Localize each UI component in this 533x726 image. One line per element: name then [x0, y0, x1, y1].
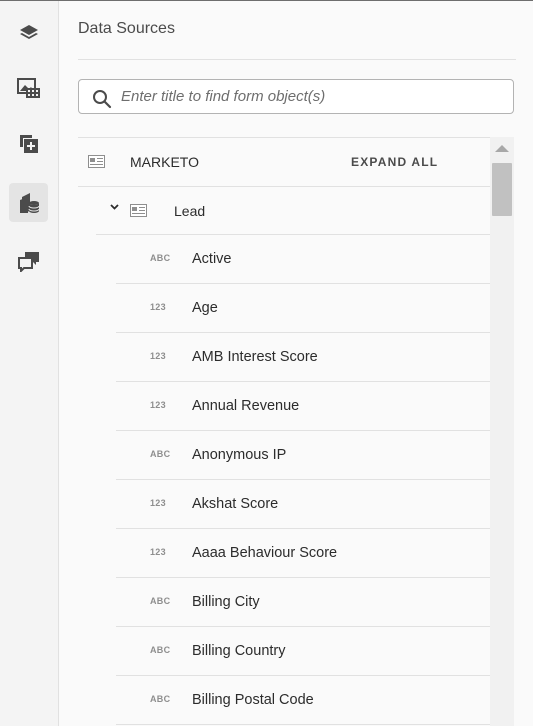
form-object-icon: [88, 155, 105, 168]
field-row[interactable]: ABC Billing Postal Code: [116, 676, 491, 725]
field-label: Billing Postal Code: [192, 692, 314, 708]
form-object-icon: [130, 204, 147, 217]
search-box: [78, 79, 514, 114]
field-type-badge: ABC: [150, 645, 171, 655]
data-sources-icon: [19, 192, 39, 213]
field-row[interactable]: ABC Anonymous IP: [116, 431, 491, 480]
field-row[interactable]: 123 Aaaa Behaviour Score: [116, 529, 491, 578]
tree-scrollbar[interactable]: [490, 137, 514, 726]
data-source-tree: MARKETO EXPAND ALL Lead ABC Active 123 A…: [78, 137, 491, 726]
panel-title: Data Sources: [78, 20, 175, 37]
field-type-badge: 123: [150, 351, 166, 361]
rail-layers-button[interactable]: [9, 13, 48, 52]
field-label: AMB Interest Score: [192, 349, 318, 365]
rail-add-fragment-button[interactable]: [9, 124, 48, 163]
image-media-icon: [16, 77, 40, 98]
field-row[interactable]: ABC Billing Country: [116, 627, 491, 676]
field-label: Anonymous IP: [192, 447, 287, 463]
field-row[interactable]: 123 Age: [116, 284, 491, 333]
scrollbar-thumb[interactable]: [492, 163, 512, 216]
field-label: Annual Revenue: [192, 398, 300, 414]
tree-root-row[interactable]: MARKETO EXPAND ALL: [78, 137, 491, 187]
expand-all-button[interactable]: EXPAND ALL: [351, 155, 438, 169]
tree-lead-label: Lead: [174, 203, 206, 219]
field-label: Billing Country: [192, 643, 286, 659]
search-icon: [93, 90, 112, 109]
chevron-down-icon[interactable]: [110, 204, 119, 210]
left-rail: [0, 1, 59, 726]
search-input[interactable]: [121, 80, 501, 113]
field-type-badge: ABC: [150, 596, 171, 606]
field-row[interactable]: ABC Active: [116, 235, 491, 284]
rail-comments-button[interactable]: [9, 241, 48, 280]
tree-root-label: MARKETO: [130, 154, 199, 170]
comments-icon: [17, 251, 39, 272]
scroll-up-arrow-icon[interactable]: [495, 145, 509, 152]
field-row[interactable]: ABC Billing City: [116, 578, 491, 627]
field-row[interactable]: 123 AMB Interest Score: [116, 333, 491, 382]
field-type-badge: 123: [150, 498, 166, 508]
add-fragment-icon: [19, 134, 38, 153]
field-label: Active: [192, 251, 232, 267]
field-type-badge: 123: [150, 400, 166, 410]
field-label: Aaaa Behaviour Score: [192, 545, 338, 561]
field-type-badge: 123: [150, 302, 166, 312]
field-type-badge: ABC: [150, 449, 171, 459]
layers-icon: [19, 24, 38, 39]
field-label: Billing City: [192, 594, 260, 610]
field-label: Akshat Score: [192, 496, 279, 512]
field-row[interactable]: 123 Akshat Score: [116, 480, 491, 529]
tree-lead-row[interactable]: Lead: [96, 186, 491, 235]
field-type-badge: 123: [150, 547, 166, 557]
rail-data-sources-button[interactable]: [9, 183, 48, 222]
field-label: Age: [192, 300, 218, 316]
rail-media-button[interactable]: [9, 68, 48, 107]
field-type-badge: ABC: [150, 253, 171, 263]
field-row[interactable]: 123 Annual Revenue: [116, 382, 491, 431]
title-divider: [78, 59, 516, 60]
field-type-badge: ABC: [150, 694, 171, 704]
